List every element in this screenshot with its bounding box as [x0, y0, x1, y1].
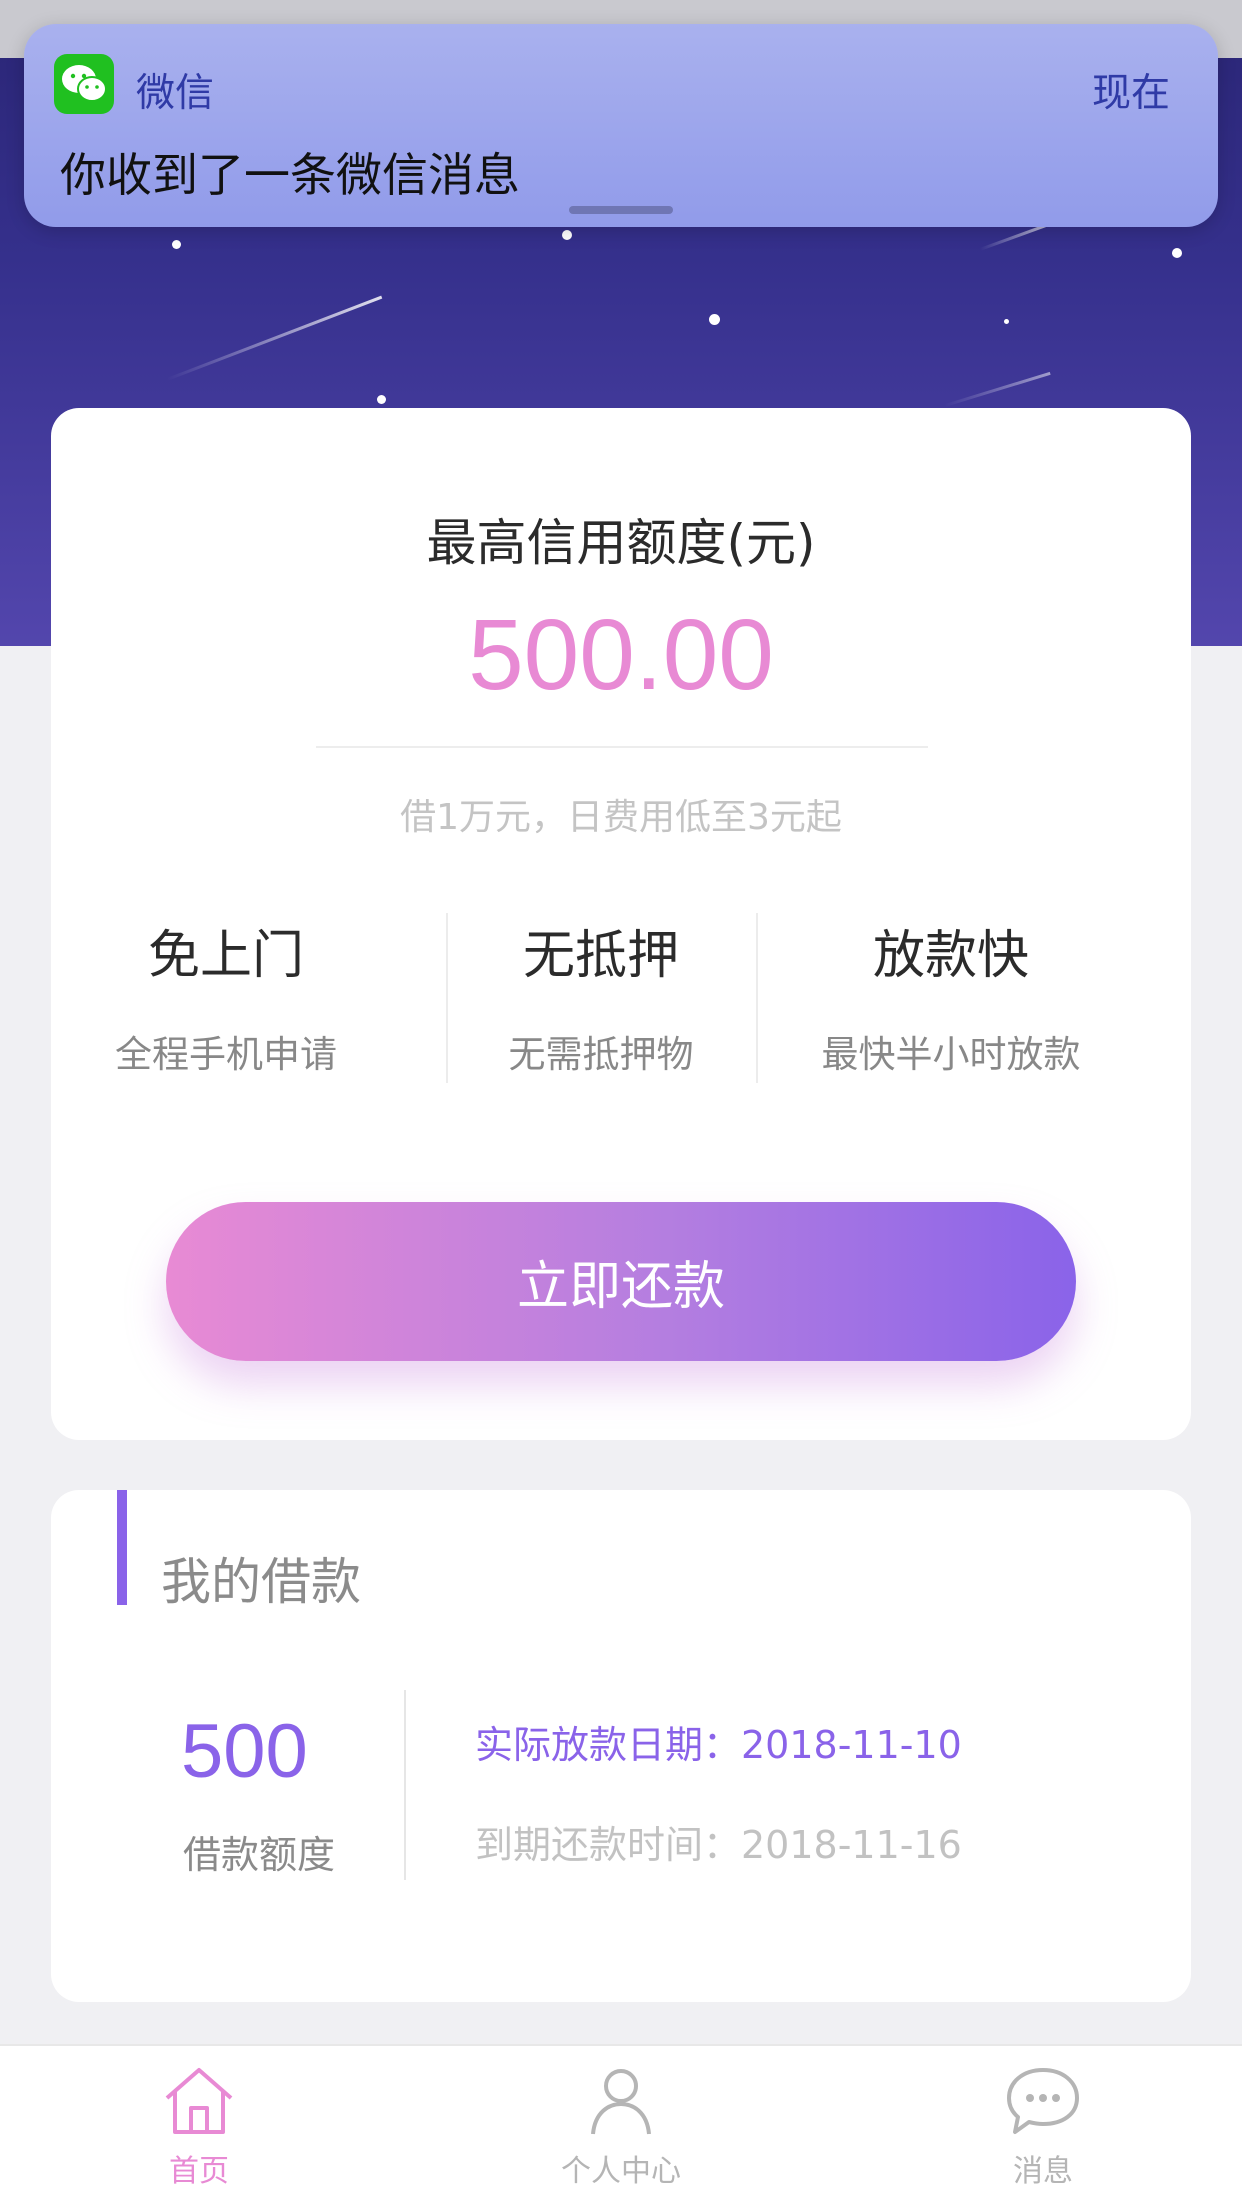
feature-subtitle: 全程手机申请	[115, 1033, 337, 1076]
tab-messages[interactable]: 消息	[923, 2046, 1163, 2190]
feature-subtitle: 最快半小时放款	[821, 1033, 1081, 1076]
credit-limit-amount: 500.00	[468, 599, 774, 711]
star	[1172, 248, 1182, 258]
feature-title: 无抵押	[522, 926, 679, 986]
meteor	[944, 371, 1051, 407]
credit-limit-title: 最高信用额度(元)	[426, 514, 816, 572]
star	[172, 240, 181, 249]
meteor	[166, 295, 383, 381]
wechat-icon	[54, 54, 114, 114]
chat-icon	[1007, 2068, 1079, 2134]
star	[709, 314, 720, 325]
credit-note: 借1万元，日费用低至3元起	[400, 797, 842, 838]
home-icon	[165, 2068, 233, 2134]
tab-label: 个人中心	[561, 2154, 681, 2189]
person-icon	[591, 2069, 651, 2135]
divider	[446, 913, 448, 1083]
loan-amount: 500	[181, 1709, 308, 1794]
divider	[756, 913, 758, 1083]
notification-message: 你收到了一条微信消息	[60, 148, 520, 202]
star	[1004, 319, 1009, 324]
tab-label: 首页	[169, 2154, 229, 2189]
feature-title: 免上门	[147, 926, 304, 986]
feature-no-collateral: 无抵押 无需抵押物	[451, 913, 751, 1078]
divider	[404, 1690, 406, 1880]
due-date: 到期还款时间：2018-11-16	[475, 1823, 962, 1867]
notification-time: 现在	[1091, 71, 1170, 116]
notification-app-name: 微信	[136, 71, 215, 116]
feature-subtitle: 无需抵押物	[508, 1033, 694, 1076]
loan-amount-label: 借款额度	[183, 1833, 336, 1877]
tab-home[interactable]: 首页	[79, 2046, 319, 2190]
feature-title: 放款快	[872, 926, 1029, 986]
feature-no-visit: 免上门 全程手机申请	[106, 913, 346, 1078]
star	[377, 395, 386, 404]
star	[562, 230, 572, 240]
credit-card: 最高信用额度(元) 500.00 借1万元，日费用低至3元起 免上门 全程手机申…	[51, 408, 1191, 1440]
section-accent-bar	[117, 1490, 127, 1605]
notification-banner[interactable]: 微信 现在 你收到了一条微信消息	[24, 24, 1218, 227]
disbursement-date: 实际放款日期：2018-11-10	[475, 1723, 962, 1767]
my-loan-card: 我的借款 500 借款额度 实际放款日期：2018-11-10 到期还款时间：2…	[51, 1490, 1191, 2002]
notification-handle[interactable]	[569, 206, 673, 214]
repay-now-button[interactable]: 立即还款	[166, 1202, 1076, 1361]
feature-fast-disbursement: 放款快 最快半小时放款	[791, 913, 1111, 1078]
tab-personal-center[interactable]: 个人中心	[501, 2046, 741, 2190]
tab-label: 消息	[1013, 2154, 1073, 2189]
tab-bar: 首页 个人中心 消息	[0, 2044, 1242, 2210]
section-title: 我的借款	[161, 1553, 361, 1611]
divider	[316, 746, 928, 748]
